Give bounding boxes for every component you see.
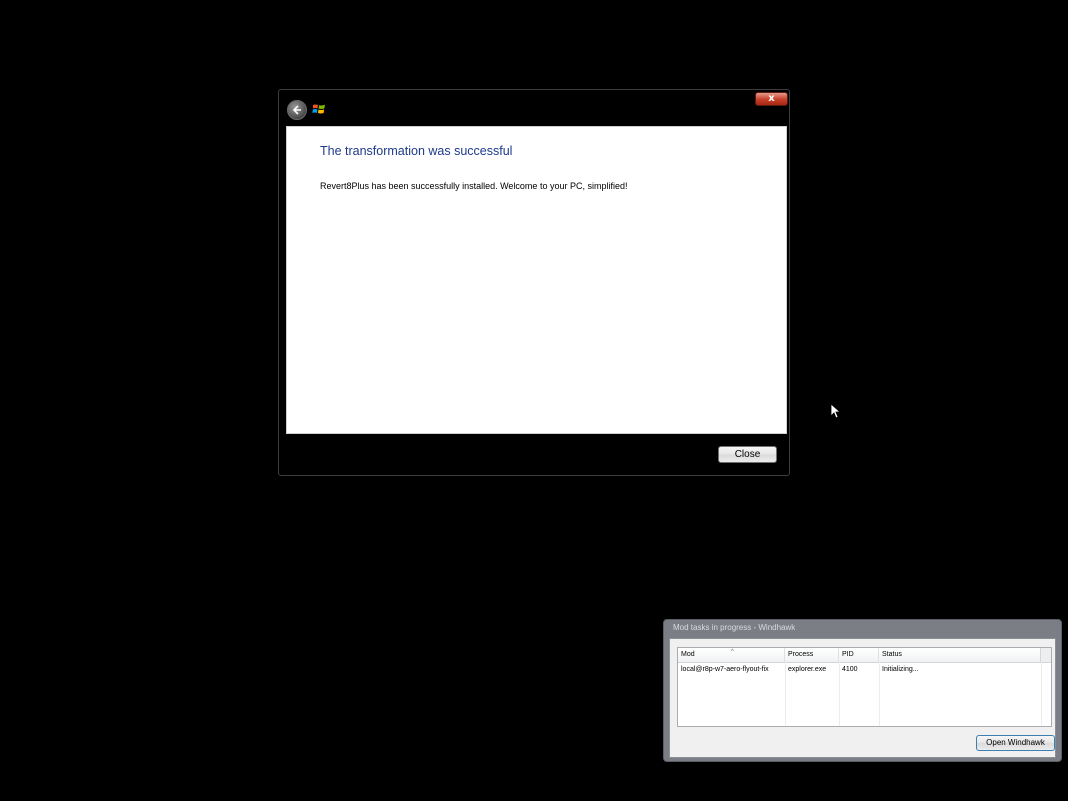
- wizard-window: x The transformation was successful Reve…: [278, 89, 790, 476]
- back-button[interactable]: [287, 100, 307, 120]
- tasks-window-body: Mod ^ Process PID Status local@r8p-w7-ae…: [669, 638, 1056, 758]
- tasks-window-title: Mod tasks in progress - Windhawk: [673, 623, 796, 632]
- back-arrow-icon: [292, 105, 301, 115]
- column-header-process[interactable]: Process: [785, 648, 839, 662]
- wizard-message: Revert8Plus has been successfully instal…: [320, 181, 628, 191]
- table-row[interactable]: local@r8p-w7-aero-flyout-fix explorer.ex…: [678, 664, 1051, 676]
- cell-status: Initializing...: [882, 666, 919, 673]
- windows-logo-icon: [312, 104, 325, 114]
- desktop: x The transformation was successful Reve…: [0, 0, 1068, 801]
- column-header-mod[interactable]: Mod ^: [678, 648, 785, 662]
- table-header: Mod ^ Process PID Status: [678, 648, 1051, 663]
- mouse-cursor-icon: [830, 403, 840, 419]
- cell-mod: local@r8p-w7-aero-flyout-fix: [681, 666, 769, 673]
- tasks-table: Mod ^ Process PID Status local@r8p-w7-ae…: [677, 647, 1052, 727]
- wizard-heading: The transformation was successful: [320, 144, 513, 158]
- column-header-status[interactable]: Status: [879, 648, 1041, 662]
- wizard-content: The transformation was successful Revert…: [286, 126, 787, 434]
- open-windhawk-button[interactable]: Open Windhawk: [976, 735, 1055, 751]
- sort-ascending-icon: ^: [731, 649, 734, 655]
- close-icon: x: [768, 93, 775, 104]
- column-header-pid[interactable]: PID: [839, 648, 879, 662]
- header-filler: [1040, 648, 1051, 662]
- cell-pid: 4100: [842, 666, 858, 673]
- window-close-button[interactable]: x: [755, 92, 788, 106]
- cell-process: explorer.exe: [788, 666, 827, 673]
- windhawk-tasks-window: Mod tasks in progress - Windhawk Mod ^ P…: [663, 619, 1062, 762]
- close-button[interactable]: Close: [718, 446, 777, 463]
